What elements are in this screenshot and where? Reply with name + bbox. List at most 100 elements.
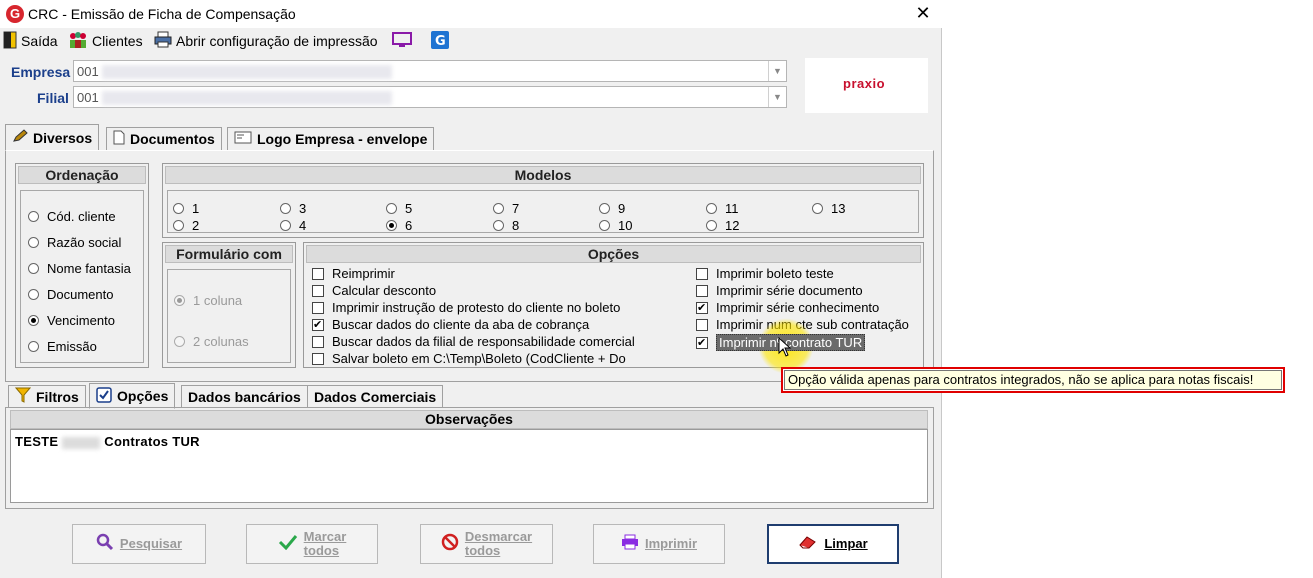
radio-modelo-5[interactable]: 5 <box>386 201 412 216</box>
tooltip: Opção válida apenas para contratos integ… <box>781 367 1285 393</box>
print-config-button[interactable]: Abrir configuração de impressão <box>154 31 378 51</box>
radio-label: 13 <box>831 201 846 216</box>
radio-modelo-1[interactable]: 1 <box>173 201 199 216</box>
filial-select[interactable]: 001 ▼ <box>73 86 787 108</box>
chevron-down-icon[interactable]: ▼ <box>768 87 786 107</box>
radio-1-coluna: 1 coluna <box>174 293 242 308</box>
radio-vencimento[interactable]: Vencimento <box>28 313 115 328</box>
checkbox-label: Imprimir boleto teste <box>716 266 834 281</box>
eraser-icon <box>798 534 818 555</box>
clients-button[interactable]: Clientes <box>68 31 143 51</box>
clients-icon <box>68 31 88 52</box>
radio-label: 3 <box>299 201 307 216</box>
radio-cod-cliente[interactable]: Cód. cliente <box>28 209 116 224</box>
tab-filtros-label: Filtros <box>36 388 79 405</box>
monitor-button[interactable] <box>392 31 412 51</box>
radio-label: 7 <box>512 201 520 216</box>
radio-label: Nome fantasia <box>47 261 131 276</box>
radio-modelo-12[interactable]: 12 <box>706 218 739 233</box>
checkbox-label: Imprimir série documento <box>716 283 863 298</box>
tab-opcoes-label: Opções <box>117 388 169 404</box>
empresa-name-redacted <box>102 65 392 79</box>
radio-modelo-11[interactable]: 11 <box>706 201 739 216</box>
marcar-label-1: Marcar <box>303 529 347 544</box>
radio-label: 1 coluna <box>193 293 243 308</box>
radio-label: 10 <box>618 218 633 233</box>
chk-instrucao-protesto[interactable]: Imprimir instrução de protesto do client… <box>312 300 620 315</box>
empresa-select[interactable]: 001 ▼ <box>73 60 787 82</box>
radio-modelo-13[interactable]: 13 <box>812 201 845 216</box>
checkbox-label: Buscar dados da filial de responsabilida… <box>332 334 635 349</box>
checkmark-icon <box>278 534 298 555</box>
tab-logo-empresa[interactable]: Logo Empresa - envelope <box>227 127 435 150</box>
empresa-label: Empresa <box>11 64 71 80</box>
radio-2-colunas: 2 colunas <box>174 334 249 349</box>
tab-dados-comerciais[interactable]: Dados Comerciais <box>307 385 444 407</box>
desmarcar-todos-button[interactable]: Desmarcar todos <box>420 524 553 564</box>
radio-nome-fantasia[interactable]: Nome fantasia <box>28 261 131 276</box>
document-icon <box>113 130 125 148</box>
radio-modelo-7[interactable]: 7 <box>493 201 519 216</box>
chk-buscar-dados-cliente[interactable]: Buscar dados do cliente da aba de cobran… <box>312 317 589 332</box>
checkbox-icon <box>96 386 112 406</box>
observacoes-prefix: TESTE <box>15 434 59 449</box>
limpar-label: Limpar <box>824 536 868 551</box>
chevron-down-icon[interactable]: ▼ <box>768 61 786 81</box>
observacoes-text: TESTE Contratos TUR <box>15 434 200 449</box>
radio-label: Emissão <box>47 339 97 354</box>
tab-documentos[interactable]: Documentos <box>106 127 222 150</box>
pesquisar-button[interactable]: Pesquisar <box>72 524 206 564</box>
desmarcar-label-1: Desmarcar <box>464 529 533 544</box>
empresa-value: 001 <box>77 64 99 79</box>
ordenacao-panel: Ordenação Cód. cliente Razão social Nome… <box>15 163 149 368</box>
checkbox-label: Imprimir num cte sub contratação <box>716 317 909 332</box>
radio-label: 5 <box>405 201 413 216</box>
radio-label: Vencimento <box>47 313 115 328</box>
radio-documento[interactable]: Documento <box>28 287 113 302</box>
chk-salvar-boleto[interactable]: Salvar boleto em C:\Temp\Boleto (CodClie… <box>312 351 626 366</box>
title-bar: G CRC - Emissão de Ficha de Compensação … <box>0 0 942 28</box>
printer-icon <box>621 534 639 555</box>
radio-modelo-3[interactable]: 3 <box>280 201 306 216</box>
observacoes-textarea[interactable]: TESTE Contratos TUR <box>10 429 928 503</box>
chk-serie-conhecimento[interactable]: Imprimir série conhecimento <box>696 300 879 315</box>
radio-razao-social[interactable]: Razão social <box>28 235 121 250</box>
tab-dados-bancarios[interactable]: Dados bancários <box>181 385 308 407</box>
funnel-icon <box>14 387 32 406</box>
tab-diversos-label: Diversos <box>33 129 93 146</box>
imprimir-button[interactable]: Imprimir <box>593 524 725 564</box>
radio-modelo-6[interactable]: 6 <box>386 218 412 233</box>
exit-button[interactable]: Saída <box>3 31 58 51</box>
limpar-button[interactable]: Limpar <box>767 524 899 564</box>
radio-label: 4 <box>299 218 307 233</box>
close-icon[interactable]: ✕ <box>912 2 934 24</box>
tab-filtros[interactable]: Filtros <box>8 385 86 407</box>
ordenacao-title: Ordenação <box>18 166 146 184</box>
chk-boleto-teste[interactable]: Imprimir boleto teste <box>696 266 834 281</box>
checkbox-label: Salvar boleto em C:\Temp\Boleto (CodClie… <box>332 351 626 366</box>
chk-calcular-desconto[interactable]: Calcular desconto <box>312 283 436 298</box>
logo-text: praxio <box>843 76 886 91</box>
app-g-button[interactable]: G <box>431 30 449 51</box>
radio-modelo-4[interactable]: 4 <box>280 218 306 233</box>
marcar-todos-button[interactable]: Marcar todos <box>246 524 378 564</box>
tab-documentos-label: Documentos <box>130 131 215 147</box>
chk-buscar-dados-filial[interactable]: Buscar dados da filial de responsabilida… <box>312 334 635 349</box>
radio-label: 6 <box>405 218 413 233</box>
radio-modelo-2[interactable]: 2 <box>173 218 199 233</box>
chk-serie-documento[interactable]: Imprimir série documento <box>696 283 863 298</box>
filial-name-redacted <box>102 91 392 105</box>
radio-modelo-10[interactable]: 10 <box>599 218 632 233</box>
chk-reimprimir[interactable]: Reimprimir <box>312 266 395 281</box>
checkbox-label: Buscar dados do cliente da aba de cobran… <box>332 317 590 332</box>
pencil-icon <box>12 129 28 146</box>
radio-modelo-9[interactable]: 9 <box>599 201 625 216</box>
radio-label: Documento <box>47 287 114 302</box>
radio-emissao[interactable]: Emissão <box>28 339 97 354</box>
observacoes-suffix: Contratos TUR <box>104 434 200 449</box>
exit-door-icon <box>3 31 17 52</box>
tab-diversos[interactable]: Diversos <box>5 124 100 150</box>
radio-label: 2 <box>192 218 200 233</box>
tab-opcoes[interactable]: Opções <box>89 383 176 409</box>
radio-modelo-8[interactable]: 8 <box>493 218 519 233</box>
